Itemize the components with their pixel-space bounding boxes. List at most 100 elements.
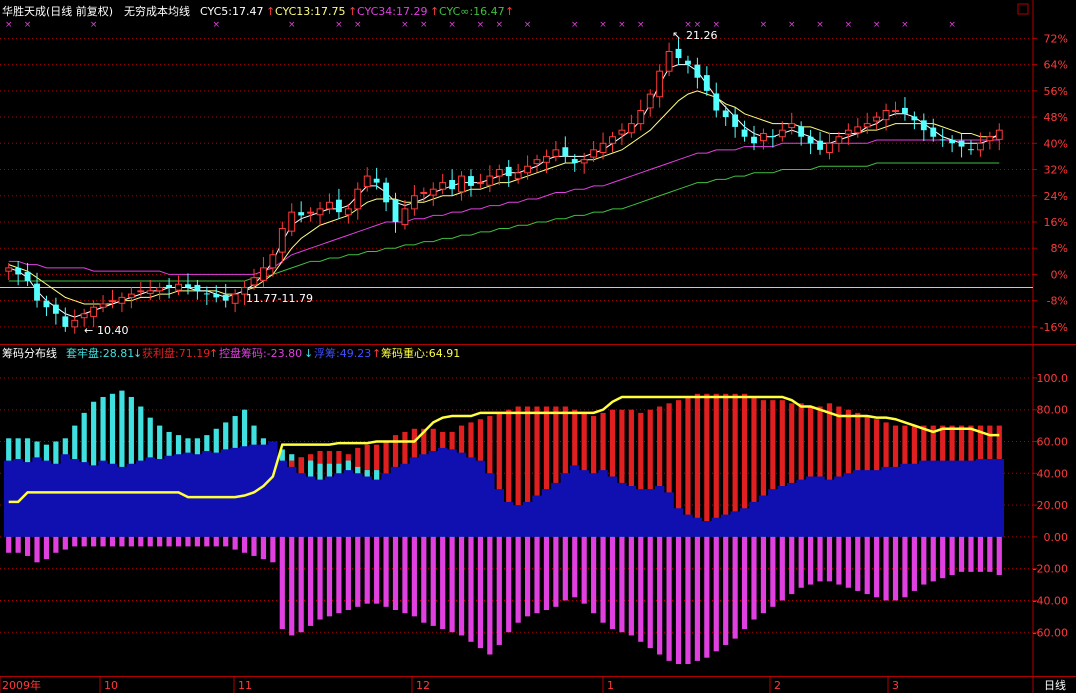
upper-tick-label: 72% bbox=[1044, 32, 1068, 45]
chip-line-name: 筹码分布线 bbox=[2, 346, 57, 360]
period-label[interactable]: 日线 bbox=[1044, 678, 1066, 692]
control-bar bbox=[232, 536, 238, 550]
candle-body-up bbox=[429, 188, 437, 196]
control-bar bbox=[940, 536, 946, 579]
control-bar bbox=[836, 536, 842, 585]
signal-cross: × bbox=[401, 20, 409, 30]
stock-title: 华胜天成(日线 前复权) bbox=[2, 4, 113, 18]
candle-body-down bbox=[373, 178, 380, 183]
signal-cross: × bbox=[477, 20, 485, 30]
control-bar bbox=[128, 536, 134, 547]
high-annotation-arrow: ↖ bbox=[672, 29, 681, 42]
candle-body-up bbox=[458, 175, 465, 193]
candle-body-up bbox=[637, 110, 645, 125]
signal-cross: × bbox=[496, 20, 504, 30]
signal-cross: × bbox=[335, 20, 343, 30]
cyc34-label: CYC34:17.29 bbox=[357, 5, 427, 18]
upper-tick-label: 56% bbox=[1044, 85, 1068, 98]
center-label: 筹码重心:64.91 bbox=[381, 346, 460, 360]
candle-body-down bbox=[751, 136, 757, 144]
candle-body-up bbox=[260, 267, 267, 281]
control-bar bbox=[704, 536, 710, 658]
cyc13-arrow: ↑ bbox=[348, 5, 357, 18]
control-bar bbox=[289, 536, 295, 636]
candle-body-up bbox=[109, 300, 116, 303]
chart-stage: 华胜天成(日线 前复权) 无穷成本均线 CYC5:17.47 ↑ CYC13:1… bbox=[0, 0, 1076, 693]
control-bar bbox=[43, 536, 50, 560]
signal-cross: × bbox=[948, 20, 956, 30]
profit-bar bbox=[713, 393, 719, 537]
candle-body-up bbox=[580, 159, 588, 164]
candle-body-up bbox=[788, 123, 796, 129]
control-bar bbox=[468, 536, 474, 642]
control-bar bbox=[675, 536, 682, 665]
control-bar bbox=[600, 536, 606, 623]
candle-body-down bbox=[675, 48, 682, 59]
candle-body-up bbox=[326, 201, 333, 210]
signal-cross: × bbox=[760, 20, 768, 30]
upper-tick-label: 8% bbox=[1051, 242, 1068, 255]
candle-body-down bbox=[52, 304, 59, 314]
candle-body-up bbox=[137, 290, 145, 293]
control-bar bbox=[147, 536, 153, 547]
candle-body-up bbox=[175, 283, 182, 291]
signal-cross: × bbox=[24, 20, 32, 30]
candle-body-up bbox=[826, 142, 833, 153]
signal-cross: × bbox=[288, 20, 296, 30]
control-bar bbox=[157, 536, 163, 547]
control-bar bbox=[364, 536, 370, 604]
candle-body-up bbox=[552, 149, 560, 157]
candle-body-up bbox=[976, 142, 984, 151]
candle-body-up bbox=[439, 182, 447, 190]
x-label-mar: 3 bbox=[892, 679, 899, 692]
control-bar bbox=[166, 536, 172, 547]
candle-body-up bbox=[127, 293, 135, 298]
control-bar bbox=[892, 536, 899, 601]
profit-bar bbox=[704, 393, 710, 537]
candle-body-up bbox=[665, 51, 673, 72]
cycinf-label: CYC∞:16.47 bbox=[439, 5, 505, 18]
control-bar bbox=[34, 536, 40, 563]
lower-tick-label: 40.00 bbox=[1037, 467, 1069, 480]
control-bar bbox=[119, 536, 125, 547]
lower-header: 筹码分布线 套牢盘:28.81 ↓ 获利盘:71.19 ↑ 控盘筹码:-23.8… bbox=[2, 346, 460, 360]
control-bar bbox=[430, 536, 436, 626]
trapped-label: 套牢盘:28.81 bbox=[66, 346, 134, 360]
candle-body-down bbox=[694, 64, 701, 78]
control-bar bbox=[666, 536, 672, 661]
signal-cross: × bbox=[901, 20, 909, 30]
control-bar bbox=[694, 536, 700, 661]
x-label-jan: 1 bbox=[607, 679, 614, 692]
candle-body-up bbox=[618, 129, 626, 135]
profit-label: 获利盘:71.19 bbox=[142, 346, 210, 360]
signal-cross: × bbox=[420, 20, 428, 30]
range-annotation: 11.77-11.79 bbox=[246, 292, 313, 305]
candle-body-up bbox=[778, 129, 786, 138]
control-bar bbox=[487, 536, 493, 655]
candle-body-up bbox=[410, 195, 418, 210]
upper-tick-label: 24% bbox=[1044, 190, 1068, 203]
control-bar bbox=[779, 536, 785, 601]
candle-body-up bbox=[278, 228, 286, 253]
candle-body-up bbox=[543, 155, 550, 163]
cyc5-arrow: ↑ bbox=[266, 5, 275, 18]
candle-body-down bbox=[685, 60, 691, 65]
control-bar bbox=[713, 536, 719, 652]
candle-body-up bbox=[609, 136, 616, 144]
control-bar bbox=[24, 536, 31, 556]
cyc5-label: CYC5:17.47 bbox=[200, 5, 263, 18]
candle-body-up bbox=[760, 132, 767, 142]
candle-body-down bbox=[449, 180, 456, 190]
candle-body-up bbox=[354, 188, 362, 210]
candle-body-up bbox=[344, 208, 352, 216]
candle-body-up bbox=[71, 319, 79, 328]
cyc13-label: CYC13:17.75 bbox=[275, 5, 345, 18]
control-bar bbox=[91, 536, 97, 547]
x-label-feb: 2 bbox=[774, 679, 781, 692]
control-bar bbox=[958, 536, 965, 572]
candle-body-up bbox=[146, 290, 154, 294]
candle-body-up bbox=[854, 126, 862, 134]
control-bar bbox=[515, 536, 521, 623]
control-bar bbox=[204, 536, 210, 547]
control-bar bbox=[374, 536, 380, 604]
